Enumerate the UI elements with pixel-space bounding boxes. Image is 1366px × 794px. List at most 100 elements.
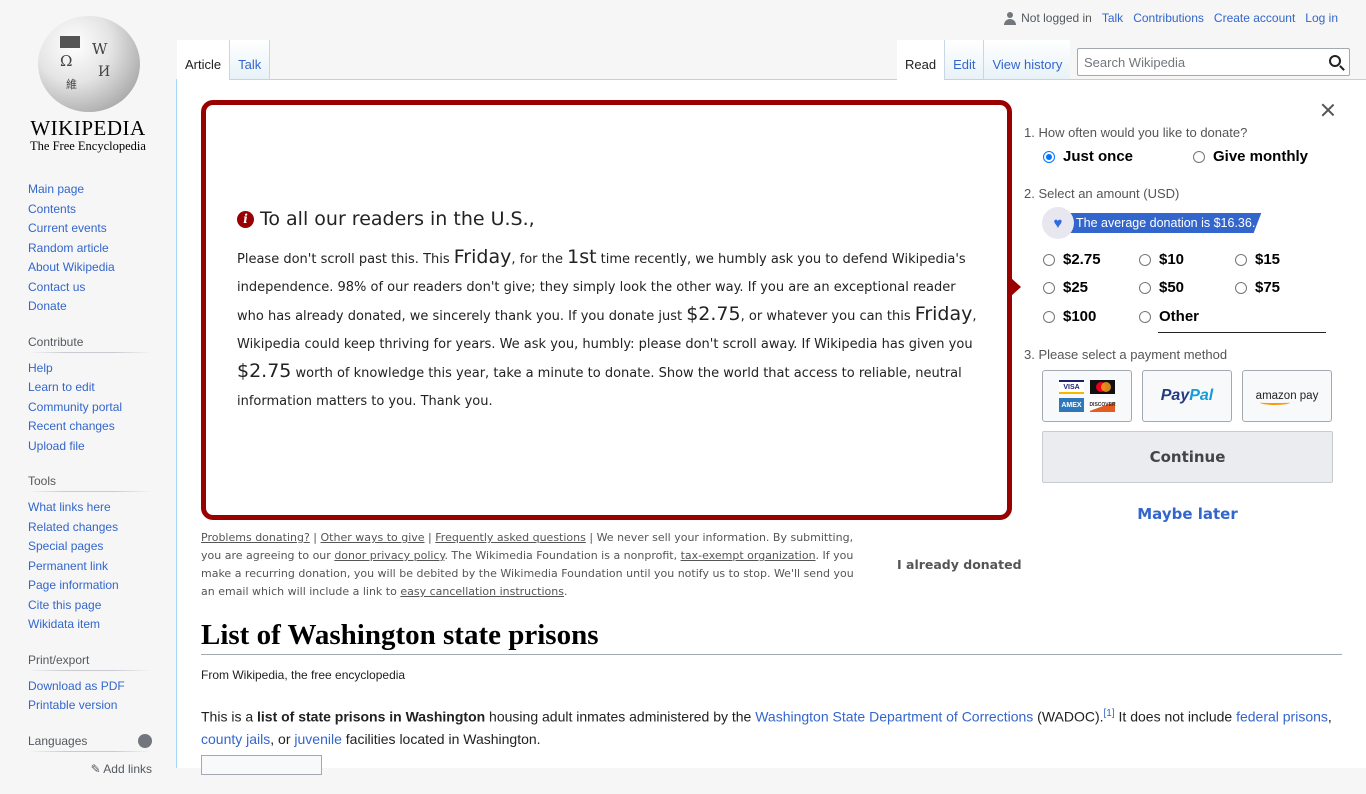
tax-exempt-link[interactable]: tax-exempt organization — [681, 549, 816, 562]
paypal-logo: PayPal — [1160, 387, 1214, 404]
radio-icon[interactable] — [1043, 150, 1055, 163]
pay-card-button[interactable]: VISA AMEX DISCOVER — [1042, 370, 1132, 422]
namespace-tabs: Article Talk — [177, 40, 271, 80]
amount-option[interactable]: $50 — [1139, 279, 1184, 296]
radio-icon[interactable] — [1235, 281, 1247, 294]
federal-prisons-link[interactable]: federal prisons — [1236, 709, 1328, 725]
juvenile-link[interactable]: juvenile — [294, 731, 341, 747]
average-donation-badge: ♥ The average donation is $16.36. — [1042, 207, 1262, 239]
sidebar-item-upload-file[interactable]: Upload file — [28, 439, 85, 453]
gear-icon[interactable] — [138, 733, 152, 748]
tab-view-history[interactable]: View history — [984, 40, 1071, 80]
amount-option[interactable]: $10 — [1139, 251, 1184, 268]
search-icon[interactable] — [1329, 55, 1341, 67]
sidebar-item-random-article[interactable]: Random article — [28, 241, 109, 255]
pay-paypal-button[interactable]: PayPal — [1142, 370, 1232, 422]
sidebar-item-permanent-link[interactable]: Permanent link — [28, 559, 108, 573]
wikipedia-logo[interactable]: Ω W И 維 WIKIPEDIA The Free Encyclopedia — [0, 0, 176, 160]
sidebar-item-wikidata-item[interactable]: Wikidata item — [28, 617, 100, 631]
radio-icon[interactable] — [1139, 310, 1151, 323]
print-heading: Print/export — [28, 652, 152, 671]
sidebar-item-page-information[interactable]: Page information — [28, 578, 119, 592]
sidebar-item-recent-changes[interactable]: Recent changes — [28, 419, 115, 433]
step-frequency: 1. How often would you like to donate? — [1024, 125, 1248, 140]
create-account-link[interactable]: Create account — [1214, 11, 1295, 25]
amount-option[interactable]: $100 — [1043, 308, 1096, 325]
other-amount-input[interactable] — [1158, 332, 1326, 333]
radio-icon[interactable] — [1139, 281, 1151, 294]
radio-icon[interactable] — [1235, 253, 1247, 266]
search-input[interactable] — [1078, 49, 1318, 75]
wadoc-link[interactable]: Washington State Department of Correctio… — [755, 709, 1033, 725]
county-jails-link[interactable]: county jails — [201, 731, 270, 747]
frequency-once[interactable]: Just once — [1043, 148, 1133, 165]
continue-button[interactable]: Continue — [1042, 431, 1333, 483]
tab-talk[interactable]: Talk — [230, 40, 271, 80]
sidebar-item-donate[interactable]: Donate — [28, 299, 67, 313]
close-icon[interactable] — [1320, 102, 1336, 118]
add-links-link[interactable]: ✎ Add links — [28, 758, 152, 776]
step-payment: 3. Please select a payment method — [1024, 347, 1228, 362]
amount-option[interactable]: Other — [1139, 308, 1199, 325]
search-box — [1077, 48, 1350, 76]
talk-link[interactable]: Talk — [1102, 11, 1123, 25]
sidebar-item-related-changes[interactable]: Related changes — [28, 520, 118, 534]
other-ways-link[interactable]: Other ways to give — [321, 531, 425, 544]
sidebar-item-main-page[interactable]: Main page — [28, 182, 84, 196]
banner-message: i To all our readers in the U.S., Please… — [237, 208, 977, 415]
puzzle-globe-icon: Ω W И 維 — [38, 16, 140, 112]
sidebar-item-current-events[interactable]: Current events — [28, 221, 107, 235]
contribute-heading: Contribute — [28, 334, 152, 353]
radio-icon[interactable] — [1043, 281, 1055, 294]
log-in-link[interactable]: Log in — [1305, 11, 1338, 25]
amount-option[interactable]: $15 — [1235, 251, 1280, 268]
step-amount: 2. Select an amount (USD) — [1024, 186, 1180, 201]
sidebar-item-special-pages[interactable]: Special pages — [28, 539, 103, 553]
already-donated-button[interactable]: I already donated — [897, 557, 1022, 572]
amount-option[interactable]: $25 — [1043, 279, 1088, 296]
tab-article[interactable]: Article — [177, 40, 231, 80]
sidebar: Main page Contents Current events Random ar… — [28, 180, 152, 794]
amount-option[interactable]: $75 — [1235, 279, 1280, 296]
banner-footnote: Problems donating? | Other ways to give … — [201, 531, 854, 598]
sidebar-print: Print/export Download as PDF Printable ve… — [28, 652, 152, 716]
cancellation-link[interactable]: easy cancellation instructions — [400, 585, 564, 598]
banner-greeting: To all our readers in the U.S., — [260, 208, 535, 230]
problems-donating-link[interactable]: Problems donating? — [201, 531, 310, 544]
sidebar-item-learn-to-edit[interactable]: Learn to edit — [28, 380, 95, 394]
sidebar-item-printable-version[interactable]: Printable version — [28, 698, 117, 712]
radio-icon[interactable] — [1043, 253, 1055, 266]
amazon-pay-logo: amazon pay — [1255, 390, 1319, 405]
sidebar-item-contents[interactable]: Contents — [28, 202, 76, 216]
radio-icon[interactable] — [1193, 150, 1205, 163]
tab-read[interactable]: Read — [897, 40, 946, 80]
heart-icon: ♥ — [1042, 207, 1074, 239]
visa-icon: VISA — [1059, 380, 1084, 394]
table-of-contents[interactable] — [201, 755, 322, 775]
sidebar-contribute: Contribute Help Learn to edit Community po… — [28, 334, 152, 457]
radio-icon[interactable] — [1139, 253, 1151, 266]
lead-paragraph: This is a list of state prisons in Washi… — [201, 708, 1332, 747]
sidebar-item-community-portal[interactable]: Community portal — [28, 400, 122, 414]
tab-edit[interactable]: Edit — [945, 40, 985, 80]
privacy-policy-link[interactable]: donor privacy policy — [334, 549, 444, 562]
sidebar-languages: Languages ✎ Add links — [28, 733, 152, 776]
info-icon: i — [237, 210, 254, 228]
radio-icon[interactable] — [1043, 310, 1055, 323]
reference-link[interactable]: [1] — [1104, 708, 1115, 719]
banner-arrow — [1011, 278, 1021, 296]
sidebar-item-what-links-here[interactable]: What links here — [28, 500, 111, 514]
sidebar-tools: Tools What links here Related changes Spec… — [28, 474, 152, 635]
languages-heading: Languages — [28, 733, 88, 748]
frequency-monthly[interactable]: Give monthly — [1193, 148, 1308, 165]
sidebar-item-download-as-pdf[interactable]: Download as PDF — [28, 679, 125, 693]
sidebar-item-help[interactable]: Help — [28, 361, 53, 375]
amount-option[interactable]: $2.75 — [1043, 251, 1101, 268]
sidebar-item-contact-us[interactable]: Contact us — [28, 280, 85, 294]
maybe-later-button[interactable]: Maybe later — [1042, 505, 1333, 523]
contributions-link[interactable]: Contributions — [1133, 11, 1204, 25]
sidebar-item-about-wikipedia[interactable]: About Wikipedia — [28, 260, 115, 274]
faq-link[interactable]: Frequently asked questions — [435, 531, 586, 544]
sidebar-item-cite-this-page[interactable]: Cite this page — [28, 598, 101, 612]
pay-amazon-button[interactable]: amazon pay — [1242, 370, 1332, 422]
